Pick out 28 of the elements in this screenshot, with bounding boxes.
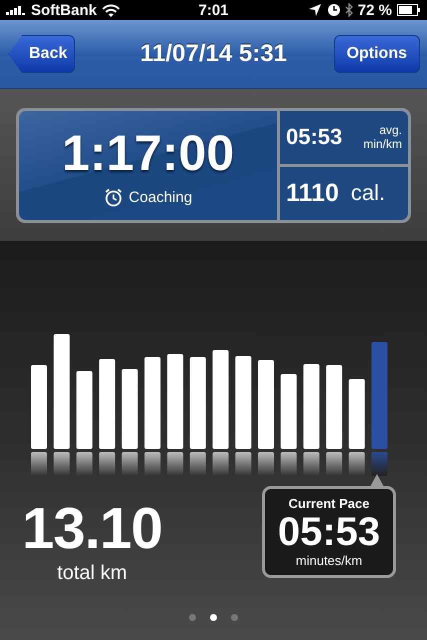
status-time: 7:01 [198, 2, 229, 18]
alarm-clock-icon [104, 188, 123, 206]
distance-label: total km [57, 562, 128, 585]
battery-icon [397, 4, 421, 16]
location-arrow-icon [308, 4, 321, 16]
avg-label: avg. [379, 122, 402, 137]
current-pace-unit: minutes/km [296, 553, 362, 568]
bluetooth-icon [344, 3, 353, 17]
avg-pace-value: 05:53 [286, 124, 342, 150]
distance-value: 13.10 [22, 500, 162, 558]
signal-icon [6, 5, 26, 15]
battery-percent: 72 % [358, 2, 392, 18]
page-dot[interactable] [231, 614, 238, 621]
options-button[interactable]: Options [334, 35, 420, 73]
calories-unit: cal. [350, 180, 386, 206]
coaching-label: Coaching [128, 188, 192, 206]
page-dot[interactable] [189, 614, 196, 621]
clock-icon [328, 4, 340, 16]
carrier-name: SoftBank [31, 2, 97, 18]
page-dot[interactable] [210, 614, 217, 621]
calories-value: 1110 [286, 178, 339, 208]
pace-unit: min/km [363, 137, 402, 152]
wifi-icon [102, 4, 120, 16]
current-pace-title: Current Pace [288, 496, 370, 511]
back-button[interactable]: Back [8, 35, 75, 73]
current-pace-value: 05:53 [278, 511, 380, 553]
duration-value: 1:17:00 [62, 124, 234, 182]
workout-date-title: 11/07/14 5:31 [140, 40, 287, 68]
